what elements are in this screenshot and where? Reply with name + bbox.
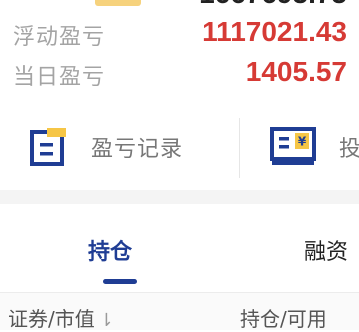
position-tabs: 持仓 融资 [0, 204, 359, 292]
pl-record-label: 盈亏记录 [91, 137, 184, 162]
document-icon [30, 128, 66, 166]
invest-doc-icon: ¥ [270, 127, 316, 165]
today-pl-label: 当日盈亏 [13, 65, 106, 90]
svg-text:¥: ¥ [298, 135, 307, 149]
floating-pl-label: 浮动盈亏 [13, 25, 106, 50]
badge [95, 0, 141, 6]
floating-pl-row: 浮动盈亏 1117021.43 [0, 16, 359, 50]
today-pl-value: 1405.57 [245, 56, 347, 87]
active-tab-indicator [103, 279, 137, 284]
summary-value-partial: 1667695.75 [199, 0, 347, 10]
section-gap [0, 190, 359, 204]
today-pl-row: 当日盈亏 1405.57 [0, 56, 359, 90]
divider [239, 118, 240, 178]
column-security-label: 证券/市值 [8, 307, 95, 331]
table-header: 证券/市值 ⇂ 持仓/可用 [0, 292, 359, 332]
tab-holdings[interactable]: 持仓 [88, 234, 132, 266]
floating-pl-value: 1117021.43 [202, 16, 347, 47]
pl-record-button[interactable]: 盈亏记录 [27, 104, 183, 190]
invest-label: 投 [339, 137, 359, 162]
invest-button[interactable]: ¥ 投 [269, 104, 359, 190]
column-holding-available[interactable]: 持仓/可用 [240, 303, 327, 332]
sort-down-icon: ⇂ [98, 310, 114, 331]
tab-margin[interactable]: 融资 [304, 234, 348, 266]
account-summary: 1667695.75 浮动盈亏 1117021.43 当日盈亏 1405.57 [0, 0, 359, 100]
summary-row-partial: 1667695.75 [0, 0, 359, 12]
column-security-value[interactable]: 证券/市值 ⇂ [8, 303, 114, 332]
quick-actions: 盈亏记录 ¥ 投 [0, 104, 359, 190]
